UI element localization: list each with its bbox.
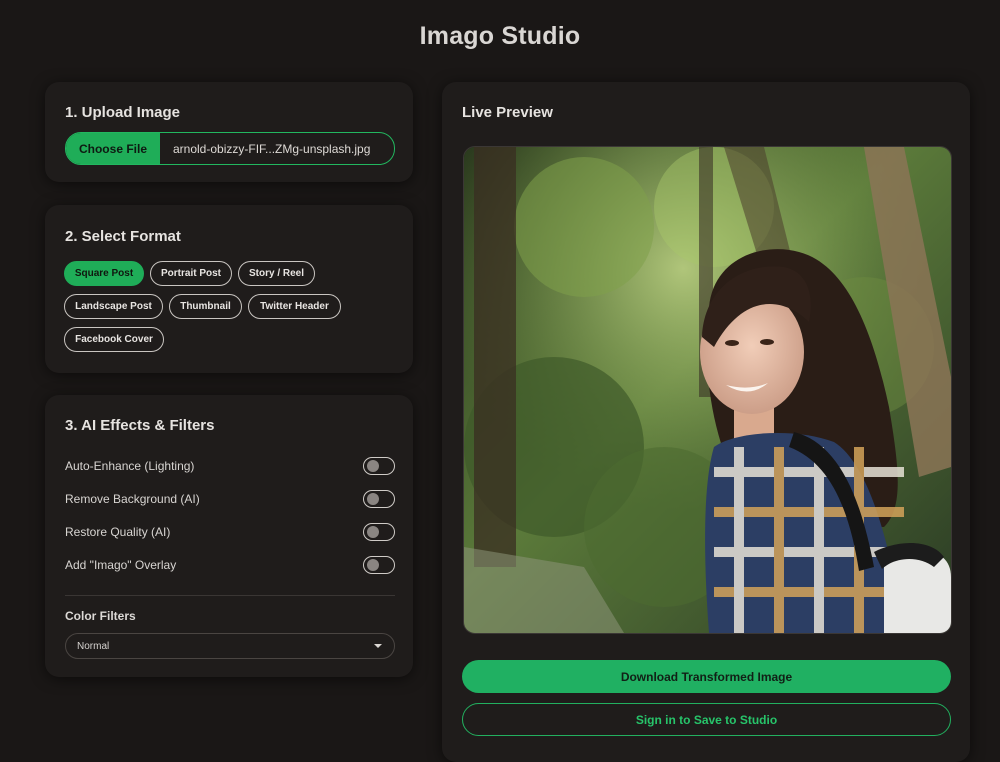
color-filter-select[interactable]: Normal [65, 633, 395, 659]
chevron-down-icon [374, 644, 382, 648]
divider [65, 595, 395, 596]
format-chip-portrait-post[interactable]: Portrait Post [150, 261, 232, 286]
upload-heading: 1. Upload Image [65, 104, 181, 121]
format-chip-thumbnail[interactable]: Thumbnail [169, 294, 242, 319]
format-chip-facebook-cover[interactable]: Facebook Cover [64, 327, 164, 352]
toggle-knob [367, 559, 379, 571]
color-filters-label: Color Filters [65, 609, 136, 623]
toggle-knob [367, 493, 379, 505]
color-filter-value: Normal [77, 640, 110, 652]
format-chip-twitter-header[interactable]: Twitter Header [248, 294, 341, 319]
imago-overlay-toggle[interactable] [363, 556, 395, 574]
format-chip-story-reel[interactable]: Story / Reel [238, 261, 315, 286]
preview-image [463, 146, 952, 634]
download-button[interactable]: Download Transformed Image [462, 660, 951, 693]
toggle-label: Remove Background (AI) [65, 492, 200, 506]
format-heading: 2. Select Format [65, 228, 181, 245]
toggle-knob [367, 460, 379, 472]
effects-card: 3. AI Effects & Filters Auto-Enhance (Li… [45, 395, 413, 677]
choose-file-button[interactable]: Choose File [66, 133, 160, 164]
toggle-row-imago-overlay: Add "Imago" Overlay [65, 554, 395, 576]
preview-card: Live Preview Download Transformed Image … [442, 82, 970, 762]
toggle-label: Auto-Enhance (Lighting) [65, 459, 195, 473]
remove-background-toggle[interactable] [363, 490, 395, 508]
preview-heading: Live Preview [462, 104, 553, 121]
format-chip-landscape-post[interactable]: Landscape Post [64, 294, 163, 319]
file-input[interactable]: Choose File arnold-obizzy-FIF...ZMg-unsp… [65, 132, 395, 165]
app-title: Imago Studio [419, 22, 581, 50]
toggle-row-remove-background: Remove Background (AI) [65, 488, 395, 510]
toggle-row-auto-enhance: Auto-Enhance (Lighting) [65, 455, 395, 477]
toggle-knob [367, 526, 379, 538]
effects-heading: 3. AI Effects & Filters [65, 417, 215, 434]
toggle-label: Restore Quality (AI) [65, 525, 171, 539]
sign-in-button[interactable]: Sign in to Save to Studio [462, 703, 951, 736]
file-name: arnold-obizzy-FIF...ZMg-unsplash.jpg [173, 141, 371, 156]
upload-card: 1. Upload Image Choose File arnold-obizz… [45, 82, 413, 182]
format-chip-square-post[interactable]: Square Post [64, 261, 144, 286]
format-card: 2. Select Format Square Post Portrait Po… [45, 205, 413, 373]
toggle-row-restore-quality: Restore Quality (AI) [65, 521, 395, 543]
restore-quality-toggle[interactable] [363, 523, 395, 541]
auto-enhance-toggle[interactable] [363, 457, 395, 475]
toggle-label: Add "Imago" Overlay [65, 558, 177, 572]
